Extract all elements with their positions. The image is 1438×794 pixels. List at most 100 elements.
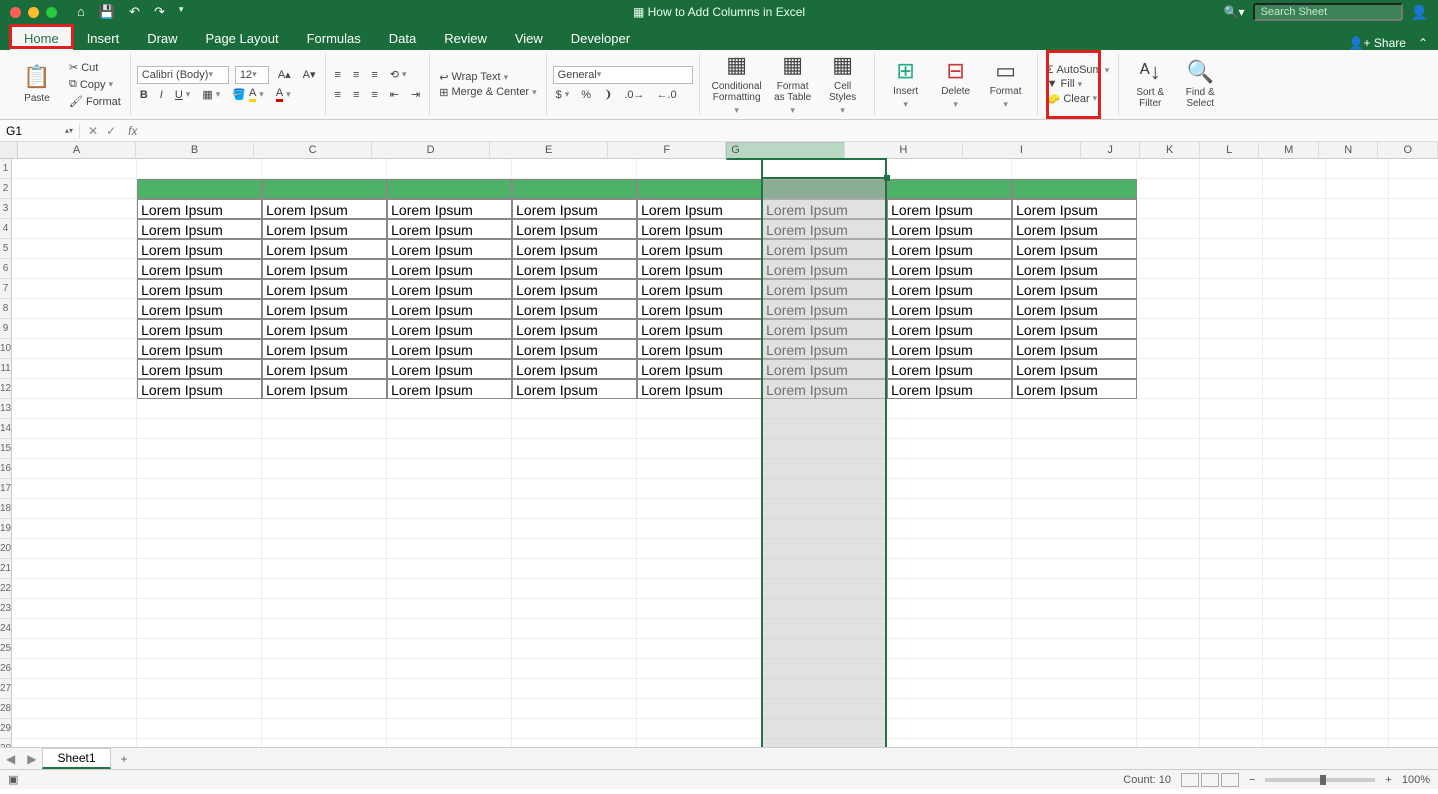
cell[interactable] <box>137 499 262 519</box>
cell[interactable] <box>1137 279 1200 299</box>
cell[interactable] <box>262 699 387 719</box>
cut-button[interactable]: ✂ Cut <box>66 60 124 75</box>
cell[interactable] <box>12 639 137 659</box>
cell[interactable] <box>512 639 637 659</box>
cell[interactable] <box>1263 379 1326 399</box>
cell[interactable]: Lorem Ipsum <box>637 219 762 239</box>
column-header[interactable]: I <box>963 142 1081 159</box>
cell[interactable] <box>1012 739 1137 747</box>
column-header[interactable]: A <box>18 142 136 159</box>
percent-button[interactable]: % <box>578 88 594 102</box>
zoom-in-icon[interactable]: + <box>1385 774 1391 786</box>
cell[interactable] <box>1326 299 1389 319</box>
cell[interactable]: Lorem Ipsum <box>387 359 512 379</box>
cell[interactable] <box>1200 719 1263 739</box>
cell[interactable] <box>1263 619 1326 639</box>
row-header[interactable]: 14 <box>0 419 12 439</box>
cell[interactable] <box>1200 419 1263 439</box>
cell[interactable] <box>262 539 387 559</box>
cell[interactable] <box>1326 559 1389 579</box>
increase-font-icon[interactable]: A▴ <box>275 67 294 82</box>
cell[interactable] <box>1326 719 1389 739</box>
cell[interactable] <box>1012 459 1137 479</box>
increase-decimal-icon[interactable]: .0→ <box>621 88 647 102</box>
cell[interactable] <box>512 739 637 747</box>
cell[interactable] <box>512 419 637 439</box>
cell[interactable] <box>1389 239 1438 259</box>
view-break-icon[interactable] <box>1221 773 1239 787</box>
cell[interactable] <box>262 399 387 419</box>
cell[interactable]: Lorem Ipsum <box>1012 319 1137 339</box>
cell[interactable] <box>137 599 262 619</box>
border-button[interactable]: ▦ <box>199 87 223 102</box>
cell[interactable] <box>262 499 387 519</box>
cell[interactable] <box>512 679 637 699</box>
cell[interactable] <box>137 419 262 439</box>
cell[interactable] <box>1012 179 1137 199</box>
row-header[interactable]: 22 <box>0 579 12 599</box>
cell[interactable] <box>12 619 137 639</box>
row-header[interactable]: 30 <box>0 739 12 747</box>
cell[interactable] <box>512 559 637 579</box>
row-header[interactable]: 26 <box>0 659 12 679</box>
view-layout-icon[interactable] <box>1201 773 1219 787</box>
cell[interactable] <box>387 639 512 659</box>
cell[interactable] <box>1012 679 1137 699</box>
cell[interactable] <box>637 579 762 599</box>
format-painter-button[interactable]: 🖌 Format <box>66 94 124 109</box>
cell[interactable] <box>1326 519 1389 539</box>
decrease-decimal-icon[interactable]: ←.0 <box>653 88 679 102</box>
cell[interactable] <box>1012 159 1137 179</box>
cell[interactable] <box>512 399 637 419</box>
cell[interactable] <box>1200 659 1263 679</box>
fill-color-button[interactable]: 🪣A <box>229 86 267 103</box>
cell[interactable] <box>1326 159 1389 179</box>
cell[interactable] <box>1326 179 1389 199</box>
cell[interactable]: Lorem Ipsum <box>637 339 762 359</box>
cell[interactable]: Lorem Ipsum <box>637 359 762 379</box>
row-header[interactable]: 12 <box>0 379 12 399</box>
cell[interactable] <box>887 479 1012 499</box>
cell[interactable] <box>12 699 137 719</box>
cell[interactable]: Lorem Ipsum <box>887 219 1012 239</box>
cell[interactable] <box>887 699 1012 719</box>
cell[interactable] <box>1263 399 1326 419</box>
cell[interactable] <box>1137 379 1200 399</box>
cell[interactable] <box>387 519 512 539</box>
cell[interactable] <box>1389 299 1438 319</box>
row-header[interactable]: 20 <box>0 539 12 559</box>
row-header[interactable]: 4 <box>0 219 12 239</box>
cell[interactable]: Lorem Ipsum <box>887 319 1012 339</box>
row-header[interactable]: 18 <box>0 499 12 519</box>
cell[interactable] <box>887 639 1012 659</box>
cell[interactable]: Lorem Ipsum <box>637 279 762 299</box>
align-center-icon[interactable]: ≡ <box>350 88 362 102</box>
cell[interactable] <box>1200 359 1263 379</box>
cell[interactable] <box>137 719 262 739</box>
cell[interactable] <box>1012 559 1137 579</box>
cell[interactable] <box>1200 339 1263 359</box>
cell[interactable] <box>1326 279 1389 299</box>
cell[interactable]: Lorem Ipsum <box>137 319 262 339</box>
cell[interactable] <box>1263 599 1326 619</box>
cell[interactable]: Lorem Ipsum <box>512 239 637 259</box>
cell[interactable]: Lorem Ipsum <box>137 379 262 399</box>
cell[interactable]: Lorem Ipsum <box>637 319 762 339</box>
cell[interactable] <box>1012 439 1137 459</box>
cell[interactable] <box>1263 159 1326 179</box>
cell[interactable] <box>1263 319 1326 339</box>
cell[interactable] <box>637 639 762 659</box>
cell[interactable] <box>1200 319 1263 339</box>
column-header[interactable]: F <box>608 142 726 159</box>
cell[interactable] <box>1389 679 1438 699</box>
cell[interactable] <box>1137 419 1200 439</box>
cell[interactable] <box>387 599 512 619</box>
cell[interactable] <box>1263 179 1326 199</box>
cell[interactable] <box>1389 159 1438 179</box>
cell[interactable] <box>1389 559 1438 579</box>
cell[interactable] <box>12 499 137 519</box>
cell[interactable]: Lorem Ipsum <box>1012 279 1137 299</box>
cell[interactable] <box>1326 199 1389 219</box>
cell[interactable] <box>12 599 137 619</box>
tab-page-layout[interactable]: Page Layout <box>192 27 293 50</box>
